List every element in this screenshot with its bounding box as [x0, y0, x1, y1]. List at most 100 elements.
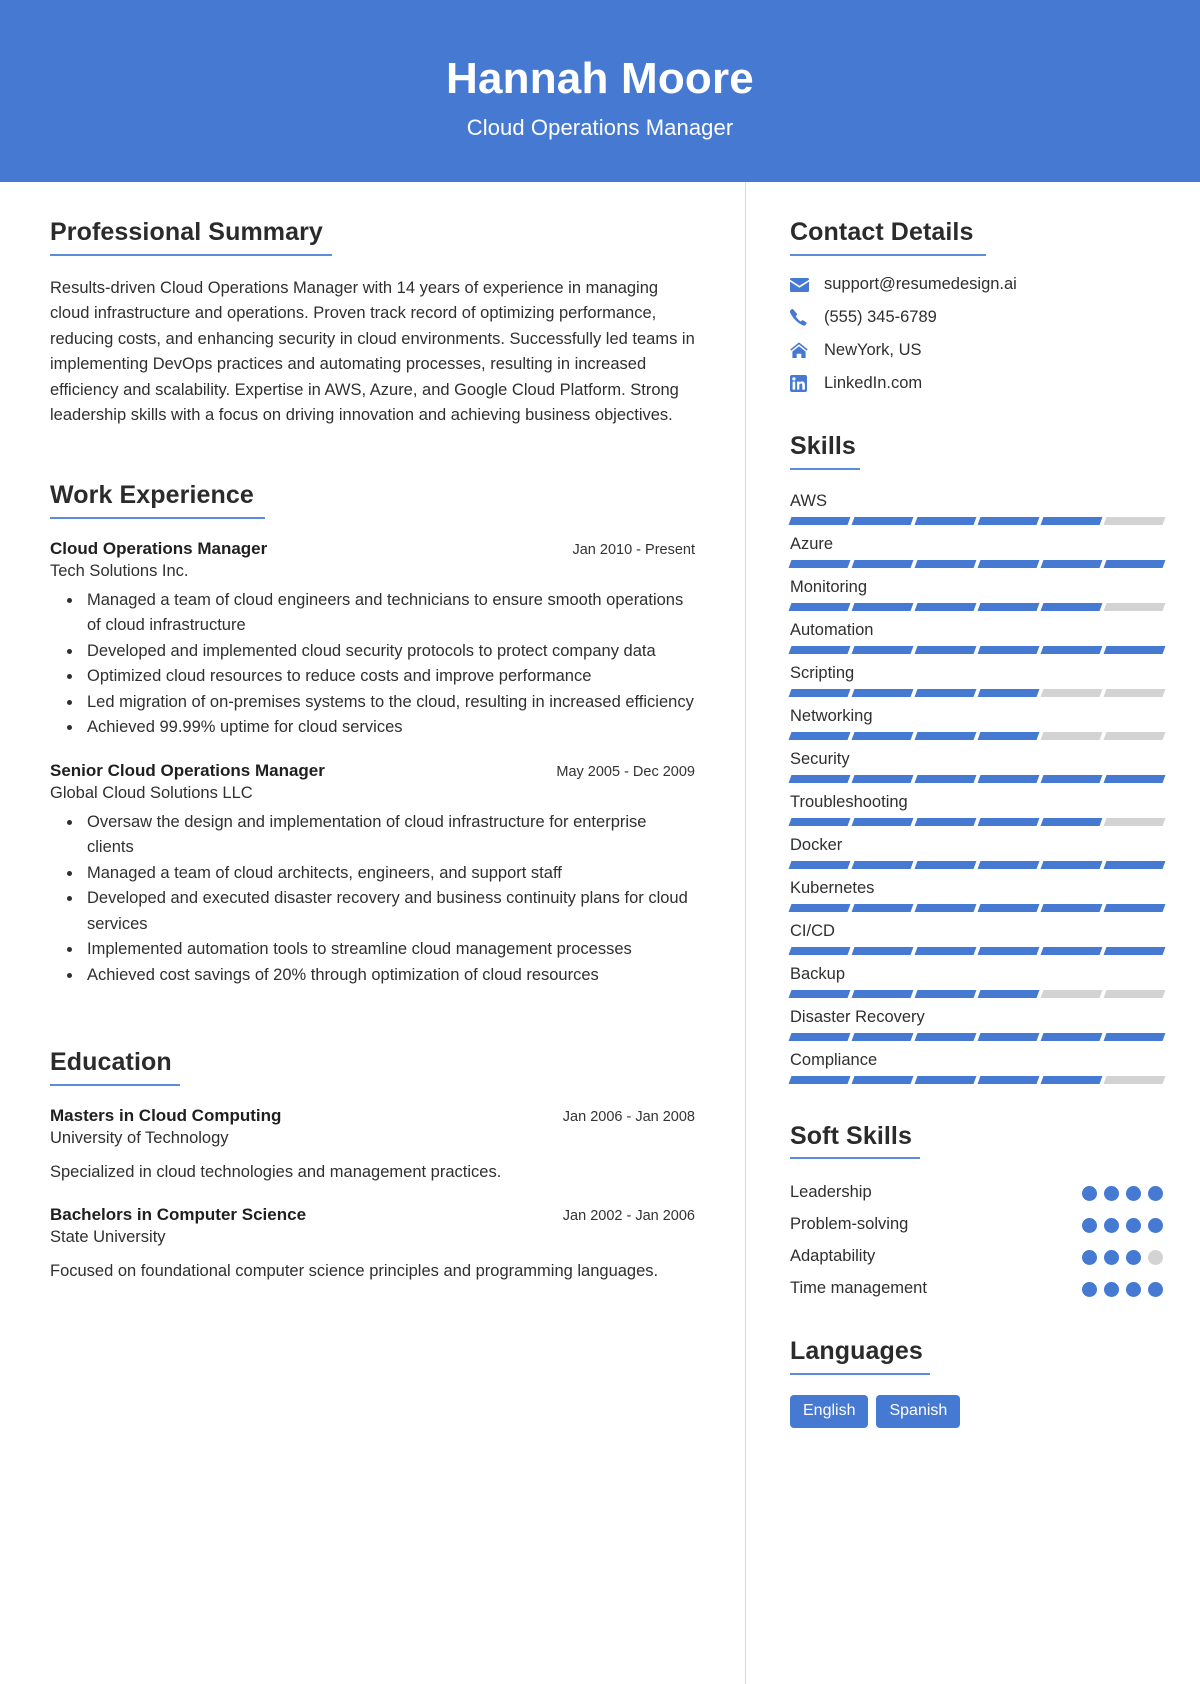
skill-level-segment	[851, 1032, 914, 1041]
soft-skill-row: Adaptability	[790, 1243, 1164, 1269]
contact-item-location[interactable]: NewYork, US	[790, 340, 1164, 362]
section-heading-skills: Skills	[790, 431, 856, 460]
skill-level-segment	[788, 903, 851, 912]
contact-item-linkedin[interactable]: LinkedIn.com	[790, 373, 1164, 395]
soft-skill-dot	[1082, 1218, 1097, 1234]
skill-level-segment	[914, 688, 977, 697]
skill-item: Networking	[788, 705, 1166, 740]
education-entry-header: Masters in Cloud Computing Jan 2006 - Ja…	[50, 1106, 695, 1126]
skill-level-segment	[977, 559, 1040, 568]
skill-level-bar	[788, 688, 1166, 697]
job-bullet-list: Oversaw the design and implementation of…	[50, 810, 695, 989]
resume-page: Hannah Moore Cloud Operations Manager Pr…	[0, 0, 1200, 1684]
soft-skill-dot	[1148, 1186, 1163, 1202]
degree-date-range: Jan 2006 - Jan 2008	[562, 1108, 695, 1125]
skill-level-segment	[1103, 1032, 1166, 1041]
skill-level-segment	[1040, 731, 1103, 740]
work-entry: Cloud Operations Manager Jan 2010 - Pres…	[50, 539, 695, 741]
skill-level-segment	[788, 860, 851, 869]
candidate-job-title: Cloud Operations Manager	[466, 115, 734, 141]
skill-name: Troubleshooting	[790, 792, 908, 811]
skill-level-segment	[851, 688, 914, 697]
skill-level-bar	[788, 989, 1166, 998]
skill-item: AWS	[788, 490, 1166, 525]
skill-level-segment	[914, 731, 977, 740]
envelope-icon	[790, 277, 816, 292]
skill-item: Azure	[788, 533, 1166, 568]
skill-level-segment	[851, 903, 914, 912]
skill-level-segment	[1103, 688, 1166, 697]
job-bullet: Implemented automation tools to streamli…	[83, 937, 695, 963]
skill-level-bar	[788, 731, 1166, 740]
language-badge: Spanish	[876, 1395, 961, 1428]
contact-item-phone[interactable]: (555) 345-6789	[790, 307, 1164, 329]
job-bullet: Optimized cloud resources to reduce cost…	[83, 664, 695, 690]
skill-level-segment	[914, 602, 977, 611]
skill-level-segment	[914, 1075, 977, 1084]
skill-level-bar	[788, 559, 1166, 568]
skill-level-segment	[851, 645, 914, 654]
skill-level-segment	[977, 731, 1040, 740]
soft-skill-row: Leadership	[790, 1179, 1164, 1205]
section-underline	[50, 1083, 180, 1086]
education-entry: Masters in Cloud Computing Jan 2006 - Ja…	[50, 1106, 695, 1185]
skill-level-segment	[1040, 946, 1103, 955]
skill-level-segment	[788, 1075, 851, 1084]
contact-item-email[interactable]: support@resumedesign.ai	[790, 274, 1164, 296]
section-heading-soft-skills: Soft Skills	[790, 1121, 912, 1150]
soft-skill-name: Time management	[790, 1279, 927, 1298]
job-bullet: Oversaw the design and implementation of…	[83, 810, 695, 861]
contact-email-value: support@resumedesign.ai	[824, 275, 1017, 294]
skill-level-segment	[977, 817, 1040, 826]
soft-skill-rating	[1082, 1275, 1164, 1298]
skill-level-segment	[977, 645, 1040, 654]
skill-name: Monitoring	[790, 577, 868, 596]
skill-level-segment	[788, 602, 851, 611]
soft-skill-dot	[1104, 1282, 1119, 1298]
skill-item: Monitoring	[788, 576, 1166, 611]
linkedin-icon	[790, 375, 816, 393]
skill-level-bar	[788, 817, 1166, 826]
job-bullet: Developed and implemented cloud security…	[83, 639, 695, 665]
skill-level-segment	[1103, 559, 1166, 568]
work-entry: Senior Cloud Operations Manager May 2005…	[50, 761, 695, 989]
soft-skill-dot	[1104, 1250, 1119, 1266]
skill-item: Troubleshooting	[788, 791, 1166, 826]
skill-level-segment	[1040, 989, 1103, 998]
skill-level-segment	[1103, 903, 1166, 912]
skill-level-segment	[1103, 817, 1166, 826]
skill-level-segment	[1103, 602, 1166, 611]
skill-item: Security	[788, 748, 1166, 783]
home-icon	[790, 342, 816, 359]
job-bullet: Managed a team of cloud engineers and te…	[83, 588, 695, 639]
soft-skill-name: Leadership	[790, 1183, 872, 1202]
skill-level-segment	[977, 516, 1040, 525]
skill-level-segment	[977, 946, 1040, 955]
skill-level-segment	[1040, 860, 1103, 869]
resume-header: Hannah Moore Cloud Operations Manager	[0, 0, 1200, 182]
skill-level-segment	[977, 774, 1040, 783]
skill-level-segment	[914, 559, 977, 568]
sidebar-column: Contact Details support@resumedesign.ai	[746, 182, 1200, 1684]
skill-level-segment	[977, 903, 1040, 912]
skill-name: AWS	[790, 491, 827, 510]
skill-level-bar	[788, 645, 1166, 654]
skill-name: Automation	[790, 620, 874, 639]
skill-level-segment	[914, 989, 977, 998]
skills-list: AWS Azure Monitoring Automation Scripting Net…	[788, 490, 1166, 1084]
skill-level-segment	[914, 774, 977, 783]
skill-level-segment	[851, 817, 914, 826]
skill-name: Disaster Recovery	[790, 1007, 925, 1026]
skill-item: Kubernetes	[788, 877, 1166, 912]
skill-level-segment	[851, 731, 914, 740]
section-heading-work-experience: Work Experience	[50, 480, 254, 509]
skill-level-segment	[788, 946, 851, 955]
skill-level-segment	[1040, 817, 1103, 826]
skill-item: CI/CD	[788, 920, 1166, 955]
skill-level-segment	[851, 989, 914, 998]
skill-item: Compliance	[788, 1049, 1166, 1084]
skill-level-segment	[914, 860, 977, 869]
degree-title: Masters in Cloud Computing	[50, 1105, 282, 1125]
